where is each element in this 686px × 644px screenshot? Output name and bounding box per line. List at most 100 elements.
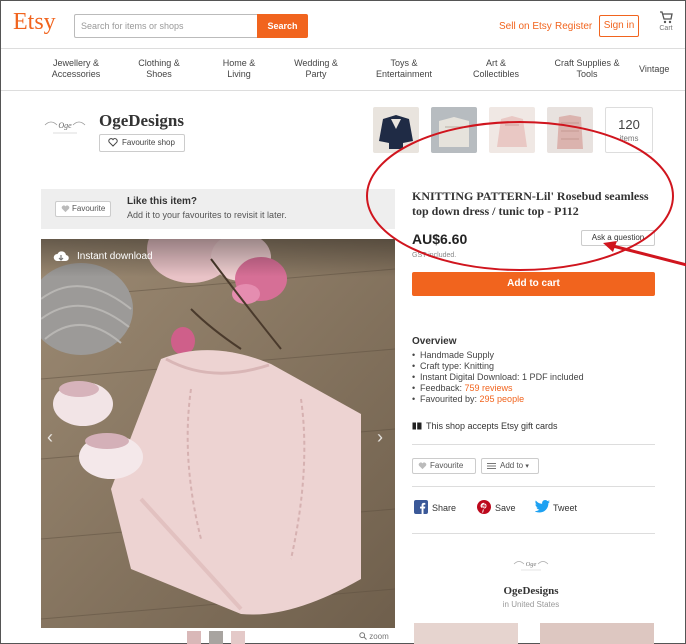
instant-download-label: Instant download — [77, 251, 153, 262]
category-art[interactable]: Art & Collectibles — [456, 58, 536, 80]
ask-a-question-button[interactable]: Ask a question — [581, 230, 655, 246]
add-to-label: Add to — [500, 461, 524, 470]
category-line2: Shoes — [146, 69, 172, 79]
shop-footer-photo[interactable] — [540, 623, 654, 644]
shop-thumbnail[interactable] — [489, 107, 535, 153]
category-line2: Entertainment — [375, 69, 433, 79]
favourited-by-link[interactable]: 295 people — [480, 394, 525, 404]
category-jewellery[interactable]: Jewellery & Accessories — [41, 58, 111, 80]
twitter-tweet-label: Tweet — [553, 503, 578, 513]
category-line1: Clothing & — [138, 58, 180, 68]
twitter-icon — [535, 500, 550, 513]
overview-item-text: Feedback: — [420, 383, 465, 393]
magnifier-icon — [359, 632, 367, 640]
category-line2: Living — [227, 69, 251, 79]
shop-footer-logo[interactable]: Oge — [513, 555, 549, 575]
overview-item: Feedback: 759 reviews — [412, 383, 584, 394]
category-home[interactable]: Home & Living — [204, 58, 274, 80]
reviews-link[interactable]: 759 reviews — [465, 383, 513, 393]
register-link[interactable]: Register — [555, 21, 592, 32]
cloud-download-icon — [53, 251, 69, 262]
etsy-logo[interactable]: Etsy — [13, 9, 56, 36]
shop-thumbnail[interactable] — [373, 107, 419, 153]
shop-thumbnail[interactable] — [431, 107, 477, 153]
shop-footer-name[interactable]: OgeDesigns — [481, 585, 581, 597]
heart-icon — [61, 205, 70, 213]
shop-items-count[interactable]: 120 items — [605, 107, 653, 153]
favourite-item-button[interactable]: Favourite — [55, 201, 111, 217]
category-line2: Collectibles — [472, 69, 520, 79]
favourite-bar-title: Like this item? — [127, 196, 198, 207]
category-clothing[interactable]: Clothing & Shoes — [119, 58, 199, 80]
favourite-bar-subtitle: Add it to your favourites to revisit it … — [127, 210, 287, 220]
gift-cards-label: This shop accepts Etsy gift cards — [426, 421, 558, 431]
shop-name[interactable]: OgeDesigns — [99, 111, 184, 131]
search-button[interactable]: Search — [257, 14, 308, 38]
items-count-number: 120 — [618, 117, 640, 132]
divider — [412, 533, 655, 534]
overview-item: Instant Digital Download: 1 PDF included — [412, 372, 584, 383]
zoom-button[interactable]: zoom — [359, 632, 389, 641]
overview-item-text: Favourited by: — [420, 394, 480, 404]
category-wedding[interactable]: Wedding & Party — [278, 58, 354, 80]
overview-item: Craft type: Knitting — [412, 361, 584, 372]
facebook-icon — [414, 500, 428, 514]
favourite-listing-button[interactable]: Favourite — [412, 458, 476, 474]
shop-logo[interactable]: Oge — [43, 113, 87, 141]
favourite-listing-label: Favourite — [430, 461, 464, 470]
sign-in-button[interactable]: Sign in — [599, 15, 639, 37]
category-line2: Tools — [576, 69, 598, 79]
category-line1: Craft Supplies & — [554, 58, 620, 68]
add-to-cart-button[interactable]: Add to cart — [412, 272, 655, 296]
search-input[interactable]: Search for items or shops — [74, 14, 257, 38]
image-thumbnail[interactable] — [231, 631, 245, 644]
pinterest-icon — [477, 500, 491, 514]
pinterest-save-button[interactable]: Save — [477, 500, 516, 514]
divider — [412, 486, 655, 487]
category-line2: Accessories — [51, 69, 101, 79]
top-header: Etsy Search for items or shops Search Se… — [1, 1, 685, 49]
pinterest-save-label: Save — [495, 503, 516, 513]
facebook-share-button[interactable]: Share — [414, 500, 457, 514]
list-icon — [487, 463, 496, 469]
image-thumbnail[interactable] — [187, 631, 201, 644]
image-thumbnail[interactable] — [209, 631, 223, 644]
gift-cards-note[interactable]: This shop accepts Etsy gift cards — [412, 421, 558, 431]
instant-download-banner: Instant download — [41, 239, 395, 277]
category-nav: Jewellery & Accessories Clothing & Shoes… — [1, 49, 685, 91]
divider — [412, 444, 655, 445]
category-line1: Vintage — [639, 64, 670, 74]
category-line1: Wedding & — [294, 58, 338, 68]
category-line1: Jewellery & — [52, 58, 99, 68]
shop-logo-text: Oge — [58, 121, 72, 130]
category-toys[interactable]: Toys & Entertainment — [364, 58, 444, 80]
cart-label: Cart — [659, 25, 673, 32]
shop-footer-location: in United States — [502, 600, 560, 609]
cart-button[interactable]: Cart — [653, 11, 679, 32]
category-line1: Home & — [222, 58, 256, 68]
twitter-tweet-button[interactable]: Tweet — [535, 500, 578, 513]
overview-item-text: Instant Digital Download: 1 PDF included — [420, 372, 584, 382]
next-image-arrow-icon[interactable]: › — [377, 427, 383, 448]
favourite-shop-label: Favourite shop — [122, 138, 175, 147]
shop-footer-photos — [414, 623, 654, 644]
shop-footer-photo[interactable] — [414, 623, 518, 644]
overview-list: Handmade Supply Craft type: Knitting Ins… — [412, 350, 584, 405]
heart-icon — [108, 138, 118, 147]
items-count-label: items — [619, 134, 639, 143]
shop-thumbnail[interactable] — [547, 107, 593, 153]
favourite-shop-button[interactable]: Favourite shop — [99, 134, 185, 152]
category-line1: Art & — [485, 58, 506, 68]
category-craft-supplies[interactable]: Craft Supplies & Tools — [544, 58, 630, 80]
previous-image-arrow-icon[interactable]: ‹ — [47, 427, 53, 448]
product-image[interactable] — [41, 239, 395, 628]
listing-price: AU$6.60 — [412, 231, 468, 247]
category-vintage[interactable]: Vintage — [639, 64, 685, 75]
sell-on-etsy-link[interactable]: Sell on Etsy — [499, 21, 552, 32]
product-photo-illustration — [41, 239, 395, 628]
overview-heading: Overview — [412, 336, 457, 347]
facebook-share-label: Share — [432, 503, 457, 513]
add-to-list-button[interactable]: Add to ▾ — [481, 458, 539, 474]
cart-icon — [660, 11, 673, 24]
overview-item-text: Craft type: Knitting — [420, 361, 495, 371]
